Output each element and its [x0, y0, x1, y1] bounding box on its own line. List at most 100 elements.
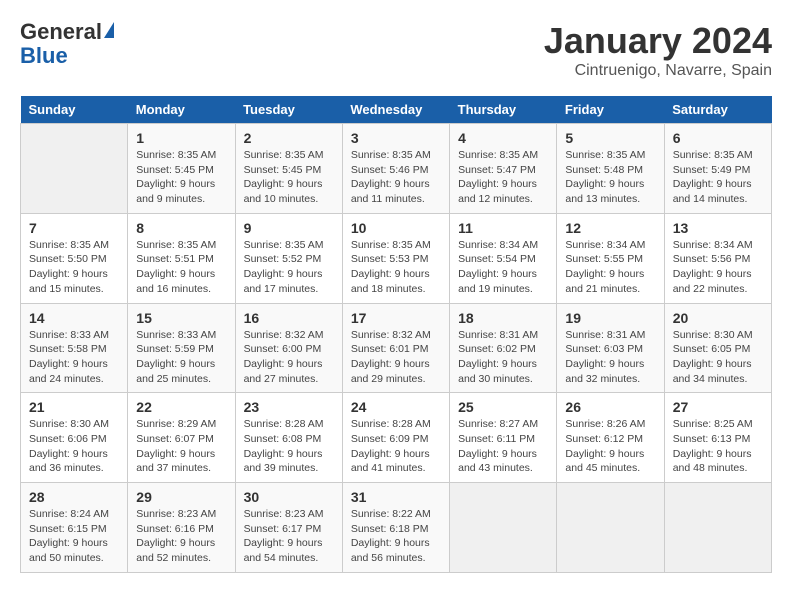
- calendar-cell: 29 Sunrise: 8:23 AMSunset: 6:16 PMDayligh…: [128, 483, 235, 573]
- day-number: 25: [458, 399, 548, 415]
- day-number: 12: [565, 220, 655, 236]
- day-header-monday: Monday: [128, 96, 235, 124]
- calendar-week-row: 14Sunrise: 8:33 AMSunset: 5:58 PMDayligh…: [21, 303, 772, 393]
- day-info: Sunrise: 8:30 AMSunset: 6:06 PMDaylight:…: [29, 417, 119, 476]
- calendar-cell: 30 Sunrise: 8:23 AMSunset: 6:17 PMDayligh…: [235, 483, 342, 573]
- calendar-cell: 8 Sunrise: 8:35 AMSunset: 5:51 PMDaylight…: [128, 213, 235, 303]
- calendar-cell: 7 Sunrise: 8:35 AMSunset: 5:50 PMDaylight…: [21, 213, 128, 303]
- calendar-cell: 10 Sunrise: 8:35 AMSunset: 5:53 PMDayligh…: [342, 213, 449, 303]
- calendar-cell: 23 Sunrise: 8:28 AMSunset: 6:08 PMDayligh…: [235, 393, 342, 483]
- calendar-week-row: 1Sunrise: 8:35 AMSunset: 5:45 PMDaylight…: [21, 124, 772, 214]
- calendar-week-row: 28 Sunrise: 8:24 AMSunset: 6:15 PMDayligh…: [21, 483, 772, 573]
- calendar-cell: 18 Sunrise: 8:31 AMSunset: 6:02 PMDayligh…: [450, 303, 557, 393]
- calendar-cell: 21Sunrise: 8:30 AMSunset: 6:06 PMDayligh…: [21, 393, 128, 483]
- day-info: Sunrise: 8:27 AMSunset: 6:11 PMDaylight:…: [458, 417, 548, 476]
- day-number: 23: [244, 399, 334, 415]
- calendar-cell: 19Sunrise: 8:31 AMSunset: 6:03 PMDayligh…: [557, 303, 664, 393]
- logo-blue: Blue: [20, 43, 68, 68]
- calendar-cell: 9 Sunrise: 8:35 AMSunset: 5:52 PMDaylight…: [235, 213, 342, 303]
- day-info: Sunrise: 8:35 AMSunset: 5:53 PMDaylight:…: [351, 238, 441, 297]
- day-info: Sunrise: 8:28 AMSunset: 6:08 PMDaylight:…: [244, 417, 334, 476]
- day-header-tuesday: Tuesday: [235, 96, 342, 124]
- calendar-cell: 14Sunrise: 8:33 AMSunset: 5:58 PMDayligh…: [21, 303, 128, 393]
- calendar-cell: 1Sunrise: 8:35 AMSunset: 5:45 PMDaylight…: [128, 124, 235, 214]
- day-number: 4: [458, 130, 548, 146]
- day-info: Sunrise: 8:35 AMSunset: 5:45 PMDaylight:…: [244, 148, 334, 207]
- logo-icon-triangle: [104, 22, 114, 38]
- page-container: General Blue January 2024 Cintruenigo, N…: [20, 20, 772, 573]
- day-info: Sunrise: 8:32 AMSunset: 6:00 PMDaylight:…: [244, 328, 334, 387]
- day-info: Sunrise: 8:33 AMSunset: 5:59 PMDaylight:…: [136, 328, 226, 387]
- calendar-cell: 16 Sunrise: 8:32 AMSunset: 6:00 PMDayligh…: [235, 303, 342, 393]
- day-info: Sunrise: 8:22 AMSunset: 6:18 PMDaylight:…: [351, 507, 441, 566]
- calendar-week-row: 21Sunrise: 8:30 AMSunset: 6:06 PMDayligh…: [21, 393, 772, 483]
- calendar-cell: 12Sunrise: 8:34 AMSunset: 5:55 PMDayligh…: [557, 213, 664, 303]
- day-info: Sunrise: 8:26 AMSunset: 6:12 PMDaylight:…: [565, 417, 655, 476]
- calendar-cell: 11 Sunrise: 8:34 AMSunset: 5:54 PMDayligh…: [450, 213, 557, 303]
- day-number: 10: [351, 220, 441, 236]
- day-number: 27: [673, 399, 763, 415]
- logo: General Blue: [20, 20, 114, 68]
- day-info: Sunrise: 8:25 AMSunset: 6:13 PMDaylight:…: [673, 417, 763, 476]
- day-info: Sunrise: 8:31 AMSunset: 6:02 PMDaylight:…: [458, 328, 548, 387]
- day-number: 29: [136, 489, 226, 505]
- day-number: 6: [673, 130, 763, 146]
- calendar-cell: 4 Sunrise: 8:35 AMSunset: 5:47 PMDaylight…: [450, 124, 557, 214]
- calendar-title: January 2024: [544, 20, 772, 62]
- calendar-cell: 6Sunrise: 8:35 AMSunset: 5:49 PMDaylight…: [664, 124, 771, 214]
- day-info: Sunrise: 8:31 AMSunset: 6:03 PMDaylight:…: [565, 328, 655, 387]
- day-info: Sunrise: 8:35 AMSunset: 5:48 PMDaylight:…: [565, 148, 655, 207]
- day-info: Sunrise: 8:29 AMSunset: 6:07 PMDaylight:…: [136, 417, 226, 476]
- calendar-cell: 15 Sunrise: 8:33 AMSunset: 5:59 PMDayligh…: [128, 303, 235, 393]
- day-number: 30: [244, 489, 334, 505]
- day-number: 9: [244, 220, 334, 236]
- calendar-cell: 17Sunrise: 8:32 AMSunset: 6:01 PMDayligh…: [342, 303, 449, 393]
- day-number: 3: [351, 130, 441, 146]
- calendar-cell: 28 Sunrise: 8:24 AMSunset: 6:15 PMDayligh…: [21, 483, 128, 573]
- calendar-cell: 27 Sunrise: 8:25 AMSunset: 6:13 PMDayligh…: [664, 393, 771, 483]
- day-number: 8: [136, 220, 226, 236]
- calendar-header-row: SundayMondayTuesdayWednesdayThursdayFrid…: [21, 96, 772, 124]
- logo-text-block: General Blue: [20, 20, 114, 68]
- day-number: 16: [244, 310, 334, 326]
- day-info: Sunrise: 8:35 AMSunset: 5:52 PMDaylight:…: [244, 238, 334, 297]
- day-number: 11: [458, 220, 548, 236]
- day-number: 22: [136, 399, 226, 415]
- day-number: 7: [29, 220, 119, 236]
- day-info: Sunrise: 8:24 AMSunset: 6:15 PMDaylight:…: [29, 507, 119, 566]
- day-header-friday: Friday: [557, 96, 664, 124]
- day-info: Sunrise: 8:23 AMSunset: 6:16 PMDaylight:…: [136, 507, 226, 566]
- day-number: 18: [458, 310, 548, 326]
- calendar-cell: [557, 483, 664, 573]
- day-info: Sunrise: 8:34 AMSunset: 5:56 PMDaylight:…: [673, 238, 763, 297]
- day-number: 31: [351, 489, 441, 505]
- day-number: 5: [565, 130, 655, 146]
- calendar-subtitle: Cintruenigo, Navarre, Spain: [544, 62, 772, 80]
- day-info: Sunrise: 8:35 AMSunset: 5:50 PMDaylight:…: [29, 238, 119, 297]
- day-info: Sunrise: 8:30 AMSunset: 6:05 PMDaylight:…: [673, 328, 763, 387]
- day-header-thursday: Thursday: [450, 96, 557, 124]
- day-number: 28: [29, 489, 119, 505]
- day-number: 15: [136, 310, 226, 326]
- calendar-cell: [450, 483, 557, 573]
- calendar-cell: 25 Sunrise: 8:27 AMSunset: 6:11 PMDayligh…: [450, 393, 557, 483]
- calendar-cell: 31 Sunrise: 8:22 AMSunset: 6:18 PMDayligh…: [342, 483, 449, 573]
- day-number: 17: [351, 310, 441, 326]
- day-info: Sunrise: 8:28 AMSunset: 6:09 PMDaylight:…: [351, 417, 441, 476]
- day-info: Sunrise: 8:35 AMSunset: 5:47 PMDaylight:…: [458, 148, 548, 207]
- calendar-cell: [664, 483, 771, 573]
- day-header-sunday: Sunday: [21, 96, 128, 124]
- day-header-wednesday: Wednesday: [342, 96, 449, 124]
- calendar-cell: 5 Sunrise: 8:35 AMSunset: 5:48 PMDaylight…: [557, 124, 664, 214]
- calendar-cell: 13 Sunrise: 8:34 AMSunset: 5:56 PMDayligh…: [664, 213, 771, 303]
- header: General Blue January 2024 Cintruenigo, N…: [20, 20, 772, 80]
- day-number: 13: [673, 220, 763, 236]
- calendar-cell: 22 Sunrise: 8:29 AMSunset: 6:07 PMDayligh…: [128, 393, 235, 483]
- day-info: Sunrise: 8:23 AMSunset: 6:17 PMDaylight:…: [244, 507, 334, 566]
- day-info: Sunrise: 8:35 AMSunset: 5:51 PMDaylight:…: [136, 238, 226, 297]
- logo-general: General: [20, 19, 102, 44]
- day-number: 26: [565, 399, 655, 415]
- day-info: Sunrise: 8:34 AMSunset: 5:54 PMDaylight:…: [458, 238, 548, 297]
- day-info: Sunrise: 8:35 AMSunset: 5:46 PMDaylight:…: [351, 148, 441, 207]
- title-area: January 2024 Cintruenigo, Navarre, Spain: [544, 20, 772, 80]
